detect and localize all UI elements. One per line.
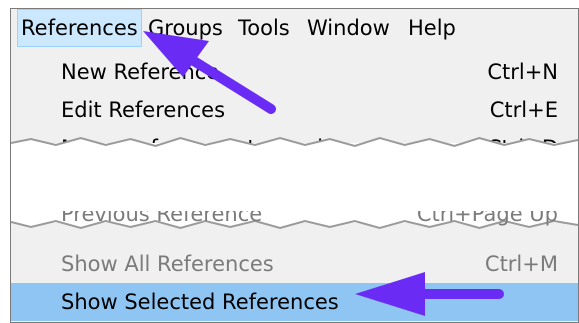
menu-item-label: New Reference <box>61 60 220 84</box>
menu-help[interactable]: Help <box>408 9 456 47</box>
menu-item-edit-references[interactable]: Edit References Ctrl+E <box>11 91 578 129</box>
menu-item-shortcut: Ctrl+Page Up <box>416 211 558 226</box>
references-menu-screenshot: References Groups Tools Window Help New … <box>10 8 579 323</box>
menu-item-label: Show Selected References <box>61 290 339 314</box>
menu-item-shortcut: Ctrl+N <box>487 60 558 84</box>
menu-references[interactable]: References <box>17 9 142 47</box>
menu-item-label: Show All References <box>61 252 274 276</box>
references-dropdown-menu: New Reference Ctrl+N Edit References Ctr… <box>11 47 578 322</box>
menu-item-previous-reference: Previous Reference Ctrl+Page Up <box>11 211 578 231</box>
menu-window[interactable]: Window <box>307 9 390 47</box>
menu-item-label: Edit References <box>61 98 226 122</box>
menu-item-shortcut: Ctrl+M <box>484 252 558 276</box>
menu-bar: References Groups Tools Window Help <box>11 9 578 47</box>
menu-item-new-reference[interactable]: New Reference Ctrl+N <box>11 53 578 91</box>
menu-item-show-selected-references[interactable]: Show Selected References <box>11 283 578 321</box>
menu-groups[interactable]: Groups <box>148 9 223 47</box>
menu-item-shortcut: Ctrl+E <box>489 98 558 122</box>
menu-tools[interactable]: Tools <box>238 9 290 47</box>
torn-edge-top <box>11 136 578 153</box>
menu-item-label: Previous Reference <box>61 211 263 226</box>
menu-item-show-all-references: Show All References Ctrl+M <box>11 245 578 283</box>
